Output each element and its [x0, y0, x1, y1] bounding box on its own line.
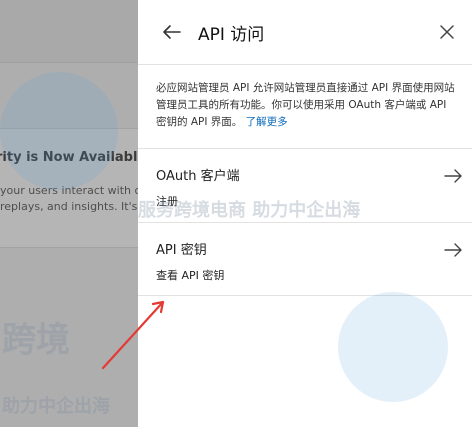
panel-header: API 访问 [138, 0, 472, 64]
annotation-arrow-icon [101, 300, 165, 370]
arrow-left-icon [163, 25, 181, 39]
option-title: OAuth 客户端 [156, 169, 240, 184]
arrow-right-icon [444, 169, 462, 183]
watermark-text: 助力中企出海 [2, 396, 110, 417]
back-button[interactable] [160, 20, 184, 44]
watermark-text: 跨境 [2, 320, 70, 360]
option-api-key[interactable]: API 密钥 查看 API 密钥 [138, 222, 472, 296]
close-icon [440, 25, 454, 39]
option-title: API 密钥 [156, 243, 207, 258]
watermark-globe-icon [0, 72, 118, 190]
watermark-text: 服务跨境电商 助力中企出海 [138, 200, 361, 221]
description-text: 必应网站管理员 API 允许网站管理员直接通过 API 界面使用网站管理员工具的… [156, 82, 455, 128]
panel-description: 必应网站管理员 API 允许网站管理员直接通过 API 界面使用网站管理员工具的… [156, 80, 456, 131]
arrow-right-icon [444, 243, 462, 257]
close-button[interactable] [436, 21, 458, 43]
panel-title: API 访问 [198, 25, 265, 45]
header-divider [138, 64, 472, 65]
watermark-globe-icon [338, 292, 448, 402]
learn-more-link[interactable]: 了解更多 [246, 116, 288, 128]
option-subtitle: 查看 API 密钥 [156, 269, 225, 282]
